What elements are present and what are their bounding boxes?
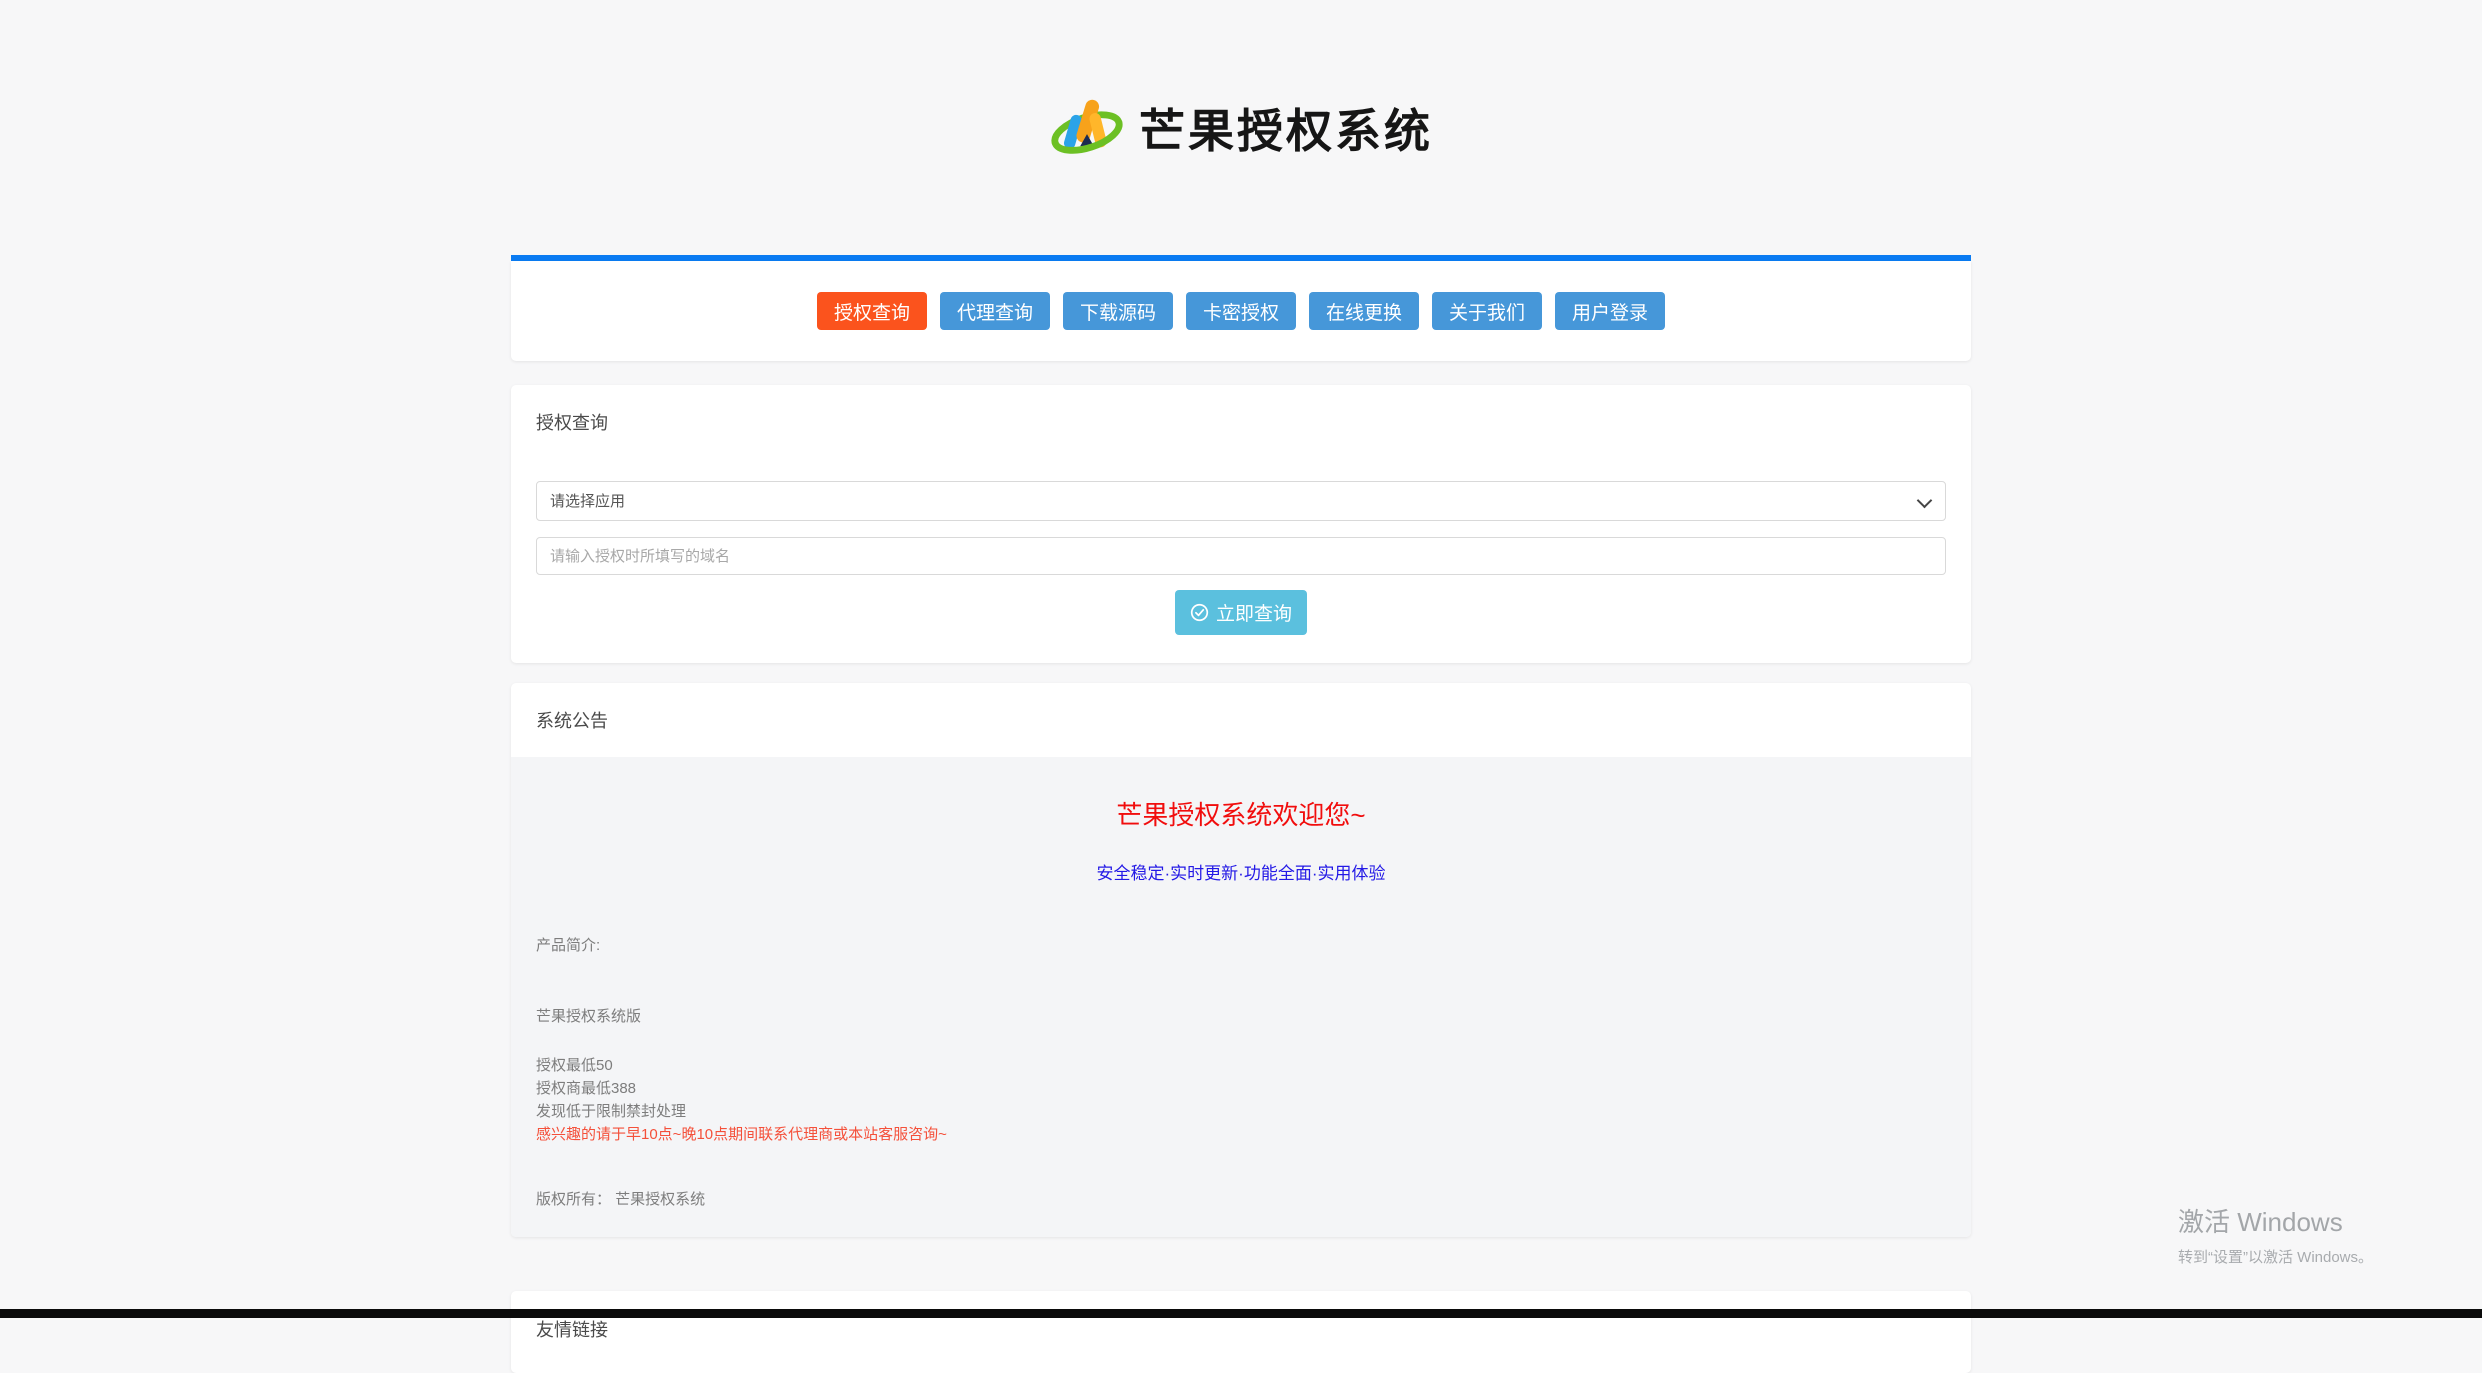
notice-copyright-line: 版权所有： 芒果授权系统 [536, 1191, 706, 1208]
nav-button-agent-query[interactable]: 代理查询 [939, 292, 1050, 330]
domain-input[interactable] [536, 537, 1946, 575]
app-select-wrap: 请选择应用 [536, 481, 1946, 521]
friend-links-card: 友情链接 [511, 1291, 1971, 1373]
watermark-line1: 激活 Windows [2178, 1207, 2343, 1237]
main-column: 授权查询 代理查询 下载源码 卡密授权 在线更换 关于我们 用户登录 授权查询 … [511, 255, 1971, 1373]
nav-button-login[interactable]: 用户登录 [1555, 292, 1666, 330]
auth-query-card: 授权查询 请选择应用 立即查询 [511, 385, 1971, 663]
brand-header: 芒果授权系统 [0, 90, 2482, 166]
nav-bar: 授权查询 代理查询 下载源码 卡密授权 在线更换 关于我们 用户登录 [511, 261, 1971, 361]
nav-button-online-swap[interactable]: 在线更换 [1309, 292, 1420, 330]
notice-subline: 安全稳定·实时更新·功能全面·实用体验 [1096, 864, 1386, 883]
mango-logo-icon [1051, 99, 1123, 154]
notice-contact-line: 感兴趣的请于早10点~晚10点期间联系代理商或本站客服咨询~ [536, 1126, 947, 1143]
friend-links-title: 友情链接 [536, 1320, 608, 1340]
nav-button-download[interactable]: 下载源码 [1062, 292, 1173, 330]
app-select[interactable]: 请选择应用 [536, 481, 1946, 521]
system-notice-header: 系统公告 [511, 683, 1971, 757]
system-notice-body: 芒果授权系统欢迎您~ 安全稳定·实时更新·功能全面·实用体验 产品简介: 芒果授… [511, 757, 1971, 1237]
watermark-line2: 转到“设置”以激活 Windows。 [2178, 1249, 2374, 1266]
nav-button-auth-query[interactable]: 授权查询 [816, 292, 927, 330]
bottom-bar [0, 1309, 2482, 1318]
notice-price-lines: 授权最低50 授权商最低388 发现低于限制禁封处理 感兴趣的请于早10点~晚1… [536, 1054, 1946, 1146]
system-notice-title: 系统公告 [536, 711, 608, 731]
system-notice-card: 系统公告 芒果授权系统欢迎您~ 安全稳定·实时更新·功能全面·实用体验 产品简介… [511, 683, 1971, 1237]
notice-product-name: 芒果授权系统版 [536, 1008, 642, 1025]
notice-line-2: 授权商最低388 [536, 1080, 637, 1097]
windows-activation-watermark: 激活 Windows 转到“设置”以激活 Windows。 [2178, 1202, 2373, 1267]
site-title: 芒果授权系统 [1139, 106, 1433, 157]
notice-headline: 芒果授权系统欢迎您~ [1116, 800, 1366, 830]
auth-query-title: 授权查询 [536, 413, 608, 433]
notice-intro-label: 产品简介: [536, 937, 601, 954]
notice-line-1: 授权最低50 [536, 1057, 613, 1074]
check-circle-icon [1190, 603, 1209, 622]
submit-row: 立即查询 [536, 590, 1946, 635]
query-submit-button[interactable]: 立即查询 [1174, 590, 1307, 635]
nav-button-card-auth[interactable]: 卡密授权 [1185, 292, 1296, 330]
query-submit-label: 立即查询 [1215, 604, 1292, 625]
notice-line-3: 发现低于限制禁封处理 [536, 1103, 687, 1120]
nav-button-about[interactable]: 关于我们 [1432, 292, 1543, 330]
